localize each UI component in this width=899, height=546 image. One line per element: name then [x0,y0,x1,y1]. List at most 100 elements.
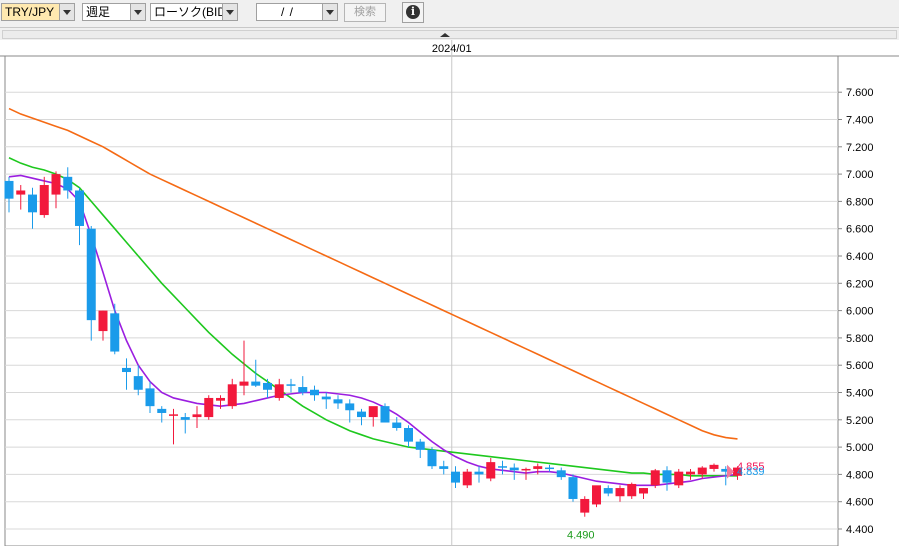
candle-body [521,468,531,471]
candlestick-chart[interactable]: 7.600 7.400 7.200 7.000 6.800 6.600 6.400 6.200… [0,40,899,546]
chevron-down-icon[interactable] [130,4,145,20]
candle-body [368,406,378,418]
candle-body [427,449,437,467]
y-tick-label: 5.400 [846,388,874,400]
y-tick-label: 4.800 [846,469,874,481]
candle-body [439,466,449,469]
candle-body [227,384,237,407]
toolbar: TRY/JPY 週足 ローソク(BID) / / 検索 i [0,0,899,27]
candle [592,485,601,508]
candle-body [298,387,308,393]
currency-pair-value: TRY/JPY [5,5,55,19]
candle-body [709,464,719,469]
info-button[interactable]: i [402,2,424,23]
period-select[interactable]: 週足 [82,3,146,21]
y-tick-label: 4.600 [846,497,874,509]
candle-body [639,488,648,494]
candle-body [357,411,366,418]
candle-body [310,389,319,396]
candle-body [251,381,261,386]
y-tick-label: 6.200 [846,278,874,290]
candle [380,403,390,423]
candle [462,468,472,489]
candle-body [16,190,26,195]
candle-body [122,367,131,373]
candle-body [392,422,402,428]
y-tick-label: 7.600 [846,87,874,99]
candle-body [451,471,460,483]
candle-body [474,471,484,475]
date-input[interactable]: / / [256,3,338,21]
candle-body [4,180,14,199]
candle-body [321,396,331,400]
candle-body [110,313,120,352]
candle [427,447,437,469]
candle-body [650,470,660,486]
candle-body [169,414,178,416]
candle-body [157,408,167,413]
chevron-down-icon[interactable] [59,4,74,20]
candle-body [75,190,84,226]
candle-body [263,382,272,390]
candle-body [216,397,225,401]
x-tick-label: 2024/01 [432,43,472,55]
y-tick-label: 7.400 [846,115,874,127]
candle-body [533,466,543,469]
chevron-up-icon [440,33,450,37]
y-tick-label: 5.200 [846,415,874,427]
candle [568,474,578,502]
y-tick-label: 5.600 [846,360,874,372]
candle-body [592,485,601,505]
y-tick-label: 6.400 [846,251,874,263]
candle [674,468,684,489]
candle-body [509,467,519,471]
date-value: / / [281,5,295,19]
toolbar-divider [0,27,899,28]
search-button[interactable]: 検索 [344,3,386,22]
collapse-toolbar-button[interactable] [2,30,897,39]
candle-body [333,399,343,404]
time-axis: 2024/01 [432,43,472,55]
candle-body [627,483,637,497]
candle-body [180,417,190,420]
candle-body [345,403,355,411]
candle-body [674,471,684,486]
candle [204,395,214,420]
candle-body [580,498,590,513]
y-tick-label: 6.600 [846,224,874,236]
candle-body [145,388,155,407]
candle-body [615,488,625,497]
y-tick-label: 6.000 [846,306,874,318]
candle-body [568,477,578,499]
period-value: 週足 [86,5,111,19]
candle-body [28,194,37,213]
candle-body [51,174,61,195]
info-icon: i [406,5,420,19]
y-tick-label: 6.800 [846,196,874,208]
candle-body [86,228,96,321]
candle-body [545,467,554,470]
y-tick-label: 5.800 [846,333,874,345]
candle-body [404,427,413,442]
candle-body [498,466,507,468]
chevron-down-icon[interactable] [222,4,237,20]
candle-body [98,310,108,332]
candle-body [286,384,296,386]
candle-body [415,441,425,450]
y-tick-label: 5.000 [846,442,874,454]
candle-body [686,471,695,475]
candle-body [39,185,49,216]
calendar-dropdown-icon[interactable] [322,4,337,20]
chart-type-select[interactable]: ローソク(BID) [150,3,238,21]
candle-body [697,467,707,475]
candle-body [274,384,284,398]
low-price-label: 4.490 [567,530,595,542]
candle-body [204,397,214,418]
candle-body [603,488,613,494]
candle-body [133,376,143,390]
candle-body [556,470,566,478]
y-tick-label: 7.000 [846,169,874,181]
chart-type-value: ローソク(BID) [154,5,230,19]
candle [650,468,660,489]
currency-pair-select[interactable]: TRY/JPY [1,3,75,21]
